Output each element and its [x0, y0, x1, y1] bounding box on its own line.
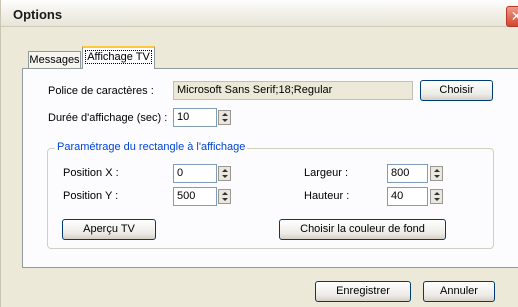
width-spinner-icon[interactable]	[430, 166, 443, 181]
options-dialog: Options ✕ Messages Affichage TV Police d…	[0, 0, 518, 307]
duration-spinner-icon[interactable]	[218, 110, 231, 125]
choose-background-color-button[interactable]: Choisir la couleur de fond	[279, 219, 446, 240]
position-x-spinner-icon[interactable]	[218, 166, 231, 181]
position-y-label: Position Y :	[63, 190, 119, 202]
width-label: Largeur :	[304, 167, 349, 179]
tab-affichage-tv-label: Affichage TV	[85, 50, 152, 64]
position-y-spinner-icon[interactable]	[218, 189, 231, 204]
font-field: Microsoft Sans Serif;18;Regular	[173, 81, 413, 100]
height-spinner-icon[interactable]	[430, 189, 443, 204]
duration-label: Durée d'affichage (sec) :	[48, 112, 168, 124]
title-bar: Options ✕	[1, 0, 518, 27]
save-button[interactable]: Enregistrer	[315, 281, 411, 302]
width-field[interactable]: 800	[387, 164, 428, 183]
close-icon[interactable]: ✕	[506, 6, 518, 27]
cancel-button[interactable]: Annuler	[423, 281, 495, 302]
position-y-field[interactable]: 500	[173, 187, 217, 206]
position-x-label: Position X :	[63, 167, 119, 179]
tab-affichage-tv[interactable]: Affichage TV	[82, 46, 155, 69]
height-label: Hauteur :	[304, 190, 350, 202]
preview-tv-button[interactable]: Aperçu TV	[62, 219, 156, 240]
position-x-field[interactable]: 0	[173, 164, 217, 183]
height-field[interactable]: 40	[387, 187, 428, 206]
choose-font-button[interactable]: Choisir	[420, 80, 493, 101]
tab-messages[interactable]: Messages	[28, 51, 81, 69]
duration-field[interactable]: 10	[173, 108, 217, 127]
font-label: Police de caractères :	[48, 85, 154, 97]
rectangle-group-title: Paramétrage du rectangle à l'affichage	[55, 141, 248, 153]
dialog-title: Options	[13, 7, 63, 22]
